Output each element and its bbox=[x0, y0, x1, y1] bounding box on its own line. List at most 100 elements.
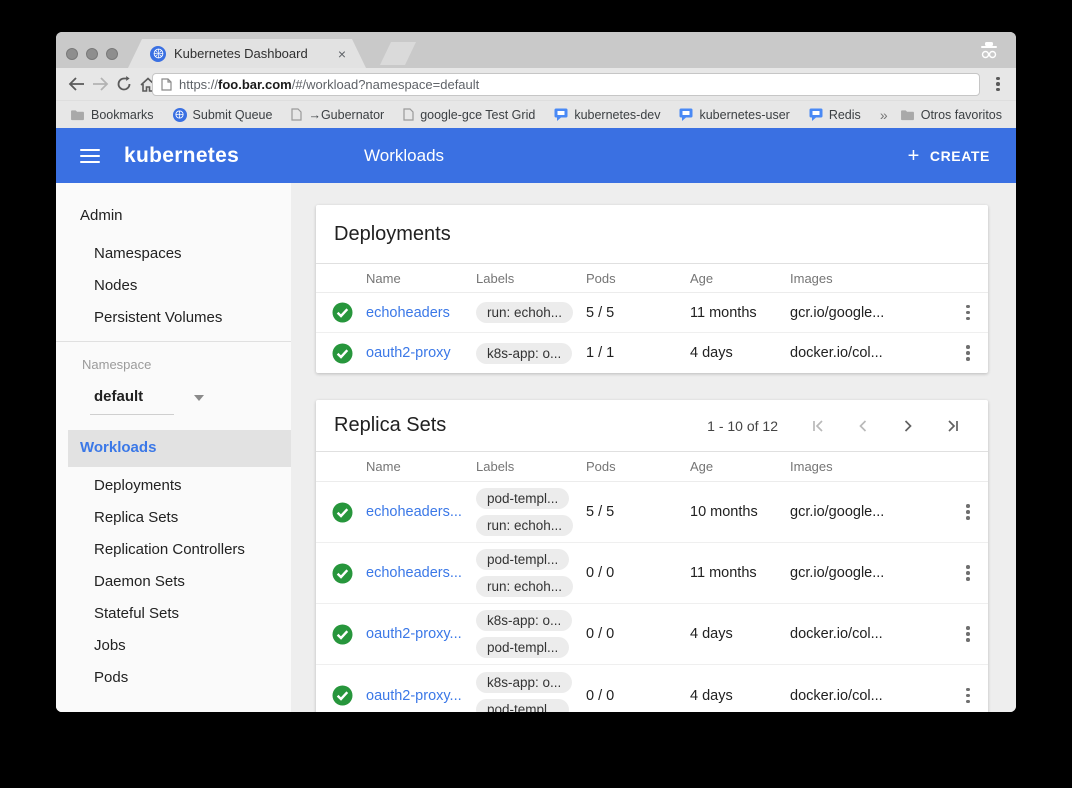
bookmark-submit-queue[interactable]: Submit Queue bbox=[173, 108, 273, 122]
resource-link[interactable]: echoheaders... bbox=[366, 504, 476, 520]
bookmark-kubernetes-user[interactable]: kubernetes-user bbox=[679, 108, 789, 122]
table-row: oauth2-proxy... k8s-app: o... pod-templ.… bbox=[316, 665, 988, 712]
resource-link[interactable]: oauth2-proxy bbox=[366, 345, 476, 361]
page-icon bbox=[403, 108, 414, 121]
main-content: Deployments Name Labels Pods Age Images … bbox=[291, 183, 1016, 712]
age-cell: 11 months bbox=[690, 565, 790, 581]
row-menu-kebab-icon[interactable] bbox=[966, 345, 970, 361]
close-window-button[interactable] bbox=[66, 48, 78, 60]
bookmark-folder[interactable]: Bookmarks bbox=[70, 108, 154, 122]
sidebar-nav: Admin Namespaces Nodes Persistent Volume… bbox=[56, 183, 291, 712]
chat-icon bbox=[809, 108, 823, 121]
bookmark-redis[interactable]: Redis bbox=[809, 108, 861, 122]
images-cell: docker.io/col... bbox=[790, 626, 948, 642]
create-button[interactable]: + CREATE bbox=[908, 146, 990, 166]
sidebar-item-stateful-sets[interactable]: Stateful Sets bbox=[94, 605, 179, 622]
row-menu-kebab-icon[interactable] bbox=[966, 565, 970, 581]
label-chip: run: echoh... bbox=[476, 515, 573, 536]
incognito-icon bbox=[976, 40, 1002, 62]
age-cell: 4 days bbox=[690, 626, 790, 642]
reload-button[interactable] bbox=[112, 72, 136, 96]
row-menu-kebab-icon[interactable] bbox=[966, 305, 970, 321]
app-header: kubernetes Workloads + CREATE bbox=[56, 128, 1016, 183]
resource-link[interactable]: echoheaders bbox=[366, 305, 476, 321]
col-images: Images bbox=[790, 459, 948, 474]
col-images: Images bbox=[790, 271, 948, 286]
status-ok-icon bbox=[332, 502, 353, 523]
status-ok-icon bbox=[332, 685, 353, 706]
pagination-range: 1 - 10 of 12 bbox=[707, 418, 778, 434]
last-page-icon[interactable] bbox=[945, 418, 961, 434]
desktop-background: Kubernetes Dashboard × https://foo.bar.c… bbox=[0, 0, 1072, 788]
sidebar-item-workloads[interactable]: Workloads bbox=[80, 439, 156, 456]
tab-strip: Kubernetes Dashboard × bbox=[56, 32, 1016, 68]
first-page-icon[interactable] bbox=[810, 418, 826, 434]
row-menu-kebab-icon[interactable] bbox=[966, 688, 970, 704]
label-chip: k8s-app: o... bbox=[476, 672, 572, 693]
status-ok-icon bbox=[332, 302, 353, 323]
page-title: Workloads bbox=[364, 146, 444, 166]
bookmark-google-gce-test-grid[interactable]: google-gce Test Grid bbox=[403, 108, 535, 122]
chevron-down-icon bbox=[194, 395, 204, 401]
browser-tab[interactable]: Kubernetes Dashboard × bbox=[128, 39, 366, 68]
minimize-window-button[interactable] bbox=[86, 48, 98, 60]
bookmark-kubernetes-dev[interactable]: kubernetes-dev bbox=[554, 108, 660, 122]
sidebar-item-replication-controllers[interactable]: Replication Controllers bbox=[94, 541, 245, 558]
resource-link[interactable]: echoheaders... bbox=[366, 565, 476, 581]
bookmark-otros-favoritos[interactable]: Otros favoritos bbox=[900, 108, 1002, 122]
next-page-icon[interactable] bbox=[900, 418, 916, 434]
row-menu-kebab-icon[interactable] bbox=[966, 504, 970, 520]
images-cell: gcr.io/google... bbox=[790, 565, 948, 581]
sidebar-item-deployments[interactable]: Deployments bbox=[94, 477, 182, 494]
pods-cell: 5 / 5 bbox=[586, 504, 690, 520]
replica-sets-card-header: Replica Sets 1 - 10 of 12 bbox=[316, 400, 988, 452]
zoom-window-button[interactable] bbox=[106, 48, 118, 60]
col-pods: Pods bbox=[586, 459, 690, 474]
sidebar-divider bbox=[56, 341, 291, 342]
sidebar-item-replica-sets[interactable]: Replica Sets bbox=[94, 509, 178, 526]
sidebar-item-pods[interactable]: Pods bbox=[94, 669, 128, 686]
replica-sets-card: Replica Sets 1 - 10 of 12 Name Labels bbox=[316, 400, 988, 712]
table-row: echoheaders... pod-templ... run: echoh..… bbox=[316, 482, 988, 543]
previous-page-icon[interactable] bbox=[855, 418, 871, 434]
bookmarks-overflow-chevron[interactable]: » bbox=[880, 107, 888, 123]
deployments-card: Deployments Name Labels Pods Age Images … bbox=[316, 205, 988, 373]
resource-link[interactable]: oauth2-proxy... bbox=[366, 626, 476, 642]
namespace-select-underline bbox=[90, 414, 174, 415]
status-ok-icon bbox=[332, 624, 353, 645]
new-tab-button[interactable] bbox=[380, 42, 416, 65]
sidebar-item-jobs[interactable]: Jobs bbox=[94, 637, 126, 654]
browser-menu-button[interactable] bbox=[988, 74, 1008, 94]
tab-close-icon[interactable]: × bbox=[338, 46, 346, 62]
col-age: Age bbox=[690, 459, 790, 474]
resource-link[interactable]: oauth2-proxy... bbox=[366, 688, 476, 704]
bookmark-gubernator[interactable]: →Gubernator bbox=[291, 108, 384, 122]
label-chip: run: echoh... bbox=[476, 302, 573, 323]
replica-sets-title: Replica Sets bbox=[316, 414, 446, 437]
status-ok-icon bbox=[332, 343, 353, 364]
menu-hamburger-icon[interactable] bbox=[80, 149, 100, 163]
sidebar-item-namespaces[interactable]: Namespaces bbox=[94, 245, 182, 262]
label-chip: pod-templ... bbox=[476, 549, 569, 570]
back-button[interactable] bbox=[64, 72, 88, 96]
images-cell: gcr.io/google... bbox=[790, 305, 948, 321]
window-controls bbox=[66, 48, 118, 60]
status-ok-icon bbox=[332, 563, 353, 584]
table-row: oauth2-proxy k8s-app: o... 1 / 1 4 days … bbox=[316, 333, 988, 373]
sidebar-item-persistent-volumes[interactable]: Persistent Volumes bbox=[94, 309, 222, 326]
namespace-select[interactable]: default bbox=[94, 388, 172, 405]
folder-icon bbox=[900, 109, 915, 121]
age-cell: 4 days bbox=[690, 688, 790, 704]
chat-icon bbox=[554, 108, 568, 121]
row-menu-kebab-icon[interactable] bbox=[966, 626, 970, 642]
forward-button[interactable] bbox=[88, 72, 112, 96]
brand-logo: kubernetes bbox=[124, 144, 239, 168]
sidebar-item-daemon-sets[interactable]: Daemon Sets bbox=[94, 573, 185, 590]
deployments-title: Deployments bbox=[316, 223, 451, 246]
url-host: foo.bar.com bbox=[218, 77, 292, 92]
folder-icon bbox=[70, 109, 85, 121]
sidebar-item-nodes[interactable]: Nodes bbox=[94, 277, 137, 294]
sidebar-item-admin[interactable]: Admin bbox=[80, 207, 123, 224]
address-bar[interactable]: https://foo.bar.com/#/workload?namespace… bbox=[152, 73, 980, 96]
deployments-card-header: Deployments bbox=[316, 205, 988, 264]
